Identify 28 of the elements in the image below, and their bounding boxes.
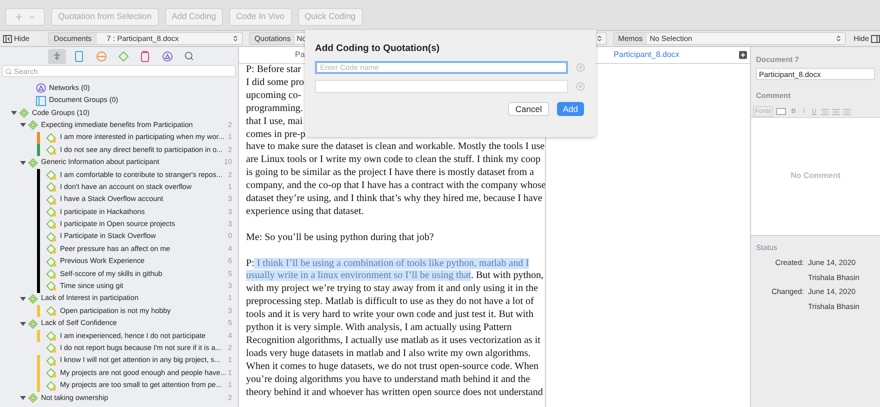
text-line: have to make sure the dataset is clean and workable. Mostly the tools I use	[246, 141, 545, 154]
text-line: you’re doing algorithms you have to understand math behind it and the	[246, 374, 530, 387]
text-line: P: I think I’ll be using a combination of tools like python, matlab and I	[246, 258, 530, 270]
text-line: preprocessing step. Matlab is difficult to use as they do not have a lot of	[246, 296, 534, 310]
text-line: experience using that dataset.	[246, 206, 364, 219]
text-line: Recognition algorithms, I actually use matlab as it uses vectorization as it	[246, 335, 540, 348]
document-tab-title: Pa	[295, 49, 305, 61]
text-line: usually write in a linux environment so I’ll be using that. But with python,	[246, 270, 544, 284]
text-line: loads very huge datasets in matlab and I also write my own algorithms.	[246, 348, 531, 361]
text-line: is going to be similar as the project I have there is mostly dataset from a	[246, 167, 534, 180]
text-line: upcoming co-	[246, 90, 302, 103]
text-line: that I use, mai	[246, 116, 303, 129]
text-line: I did some pro	[246, 76, 304, 90]
text-line: P: Before star	[246, 64, 301, 77]
text-line: are Linux tools or I write my own code to clean the stuff. I think my coop	[246, 154, 540, 168]
text-line: Me: So you’ll be using python during that job?	[246, 232, 434, 245]
text-line: tools and it is very hard to write your own code and just test it. But with	[246, 309, 534, 322]
text-line: theory behind it and whoever has written open source does not understand	[246, 386, 543, 400]
text-line: company, and the co-op that I have has a contract with the company whose	[246, 180, 545, 194]
text-line: dataset they’re using, and I think that’s why they hired me, because I have	[246, 193, 542, 206]
cancel-button[interactable]: Cancel	[508, 102, 549, 116]
text-line: comes in pre-p	[246, 128, 306, 142]
text-line: programming.	[246, 102, 303, 116]
document-title: Participant_8.docx	[614, 49, 680, 61]
text-line: When it comes to huge datasets, we do not trust open-source code. When	[246, 360, 539, 374]
text-line: python it is very simple. With analysis, I am actually using Pattern	[246, 322, 512, 335]
text-line: with my project we’re trying to stay away from it and only using it in the	[246, 283, 538, 296]
dialog-title: Add Coding to Quotation(s)	[315, 42, 441, 56]
